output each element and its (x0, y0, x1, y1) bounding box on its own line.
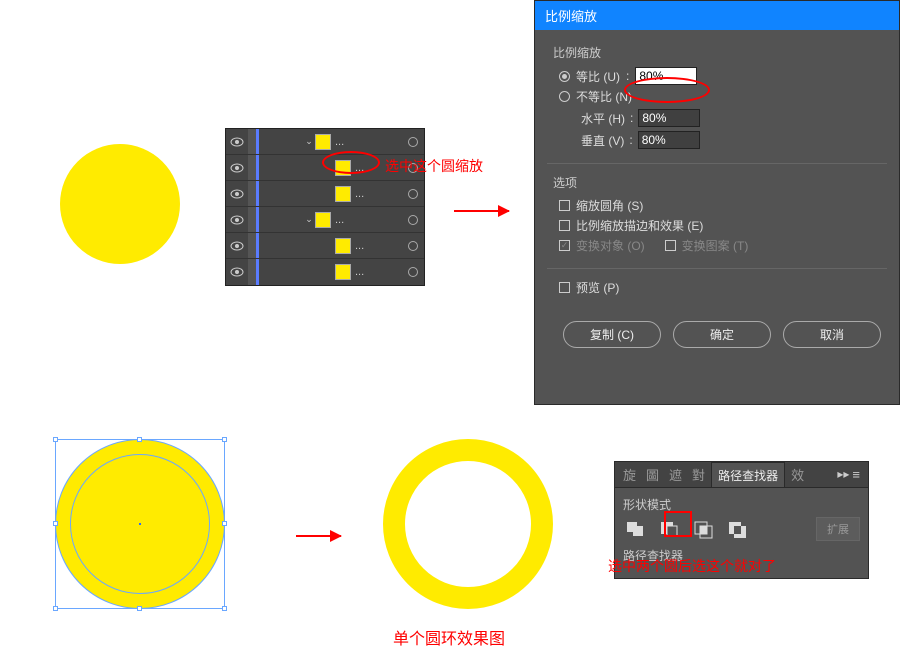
tab-glyph[interactable]: 圖 (642, 462, 663, 487)
scale-dialog: 比例缩放 比例缩放 等比 (U) : 80% 不等比 (N) 水平 (H): 8… (534, 0, 900, 405)
layer-row[interactable]: ⌄ ... (226, 129, 424, 155)
layer-swatch (335, 186, 351, 202)
ok-button[interactable]: 确定 (673, 321, 771, 348)
preview-row[interactable]: 预览 (P) (559, 279, 881, 296)
copy-button[interactable]: 复制 (C) (563, 321, 661, 348)
radio-uniform-icon[interactable] (559, 71, 570, 82)
arrow-icon (296, 535, 341, 537)
intersect-icon[interactable] (691, 518, 715, 540)
selection-handle[interactable] (222, 521, 227, 526)
dialog-title: 比例缩放 (535, 1, 899, 30)
panel-menu-icon[interactable]: ▸▸≡ (833, 467, 864, 482)
vertical-input[interactable]: 80% (638, 131, 700, 149)
visibility-eye-icon[interactable] (226, 215, 248, 225)
selection-handle[interactable] (53, 606, 58, 611)
layer-label: ... (335, 136, 402, 148)
layers-panel: ⌄ ... ... ... ⌄ (225, 128, 425, 286)
checkbox-icon[interactable] (559, 200, 570, 211)
visibility-eye-icon[interactable] (226, 137, 248, 147)
annotation-text: 选中两个圆后选这个就对了 (608, 556, 776, 576)
tab-glyph[interactable]: 遮 (665, 462, 686, 487)
visibility-eye-icon[interactable] (226, 189, 248, 199)
exclude-icon[interactable] (725, 518, 749, 540)
tab-glyph[interactable]: 對 (688, 462, 709, 487)
vertical-row: 垂直 (V): 80% (581, 131, 881, 149)
panel-tabs: 旋 圖 遮 對 路径查找器 效 ▸▸≡ (615, 462, 868, 488)
selection-handle[interactable] (222, 606, 227, 611)
target-icon[interactable] (408, 241, 418, 251)
visibility-eye-icon[interactable] (226, 267, 248, 277)
shape-modes-label: 形状模式 (623, 496, 860, 513)
horizontal-input[interactable]: 80% (638, 109, 700, 127)
layer-swatch (315, 212, 331, 228)
opt-scale-corners[interactable]: 缩放圆角 (S) (559, 197, 881, 214)
opt-scale-strokes-label: 比例缩放描边和效果 (E) (576, 217, 703, 234)
layer-swatch (315, 134, 331, 150)
layer-row[interactable]: ... (226, 259, 424, 285)
layer-row[interactable]: ... (226, 181, 424, 207)
minus-front-icon[interactable] (657, 518, 681, 540)
visibility-eye-icon[interactable] (226, 241, 248, 251)
visibility-eye-icon[interactable] (226, 163, 248, 173)
uniform-scale-input[interactable]: 80% (635, 67, 697, 85)
target-icon[interactable] (408, 189, 418, 199)
layer-label: ... (355, 188, 402, 200)
arrow-icon (454, 210, 509, 212)
checkbox-icon[interactable] (559, 282, 570, 293)
yellow-ring (383, 439, 553, 609)
center-point-icon (139, 523, 141, 525)
radio-nonuniform-row[interactable]: 不等比 (N) (559, 88, 881, 105)
layer-label: ... (355, 266, 402, 278)
selection-handle[interactable] (137, 437, 142, 442)
twisty-icon[interactable]: ⌄ (303, 136, 315, 147)
twisty-icon[interactable]: ⌄ (303, 214, 315, 225)
layer-label: ... (355, 240, 402, 252)
group-label-scale: 比例缩放 (553, 44, 881, 61)
horizontal-label: 水平 (H) (581, 110, 625, 127)
layer-row[interactable]: ⌄ ... (226, 207, 424, 233)
layer-swatch (335, 264, 351, 280)
opt-transform-pat-label: 变换图案 (T) (682, 237, 749, 254)
expand-button[interactable]: 扩展 (816, 517, 860, 541)
checkbox-icon[interactable] (559, 220, 570, 231)
selection-handle[interactable] (53, 521, 58, 526)
target-icon[interactable] (408, 137, 418, 147)
group-label-options: 选项 (553, 174, 881, 191)
cancel-button[interactable]: 取消 (783, 321, 881, 348)
selection-handle[interactable] (222, 437, 227, 442)
concentric-circles-selection[interactable] (55, 439, 225, 609)
opt-scale-corners-label: 缩放圆角 (S) (576, 197, 643, 214)
opt-transform-obj-label: 变换对象 (O) (576, 237, 645, 254)
ring-caption: 单个圆环效果图 (393, 625, 505, 649)
annotation-text: 选中这个圆缩放 (385, 156, 483, 176)
selection-handle[interactable] (137, 606, 142, 611)
target-icon[interactable] (408, 215, 418, 225)
vertical-label: 垂直 (V) (581, 132, 624, 149)
radio-uniform-label: 等比 (U) (576, 68, 620, 85)
layer-swatch (335, 160, 351, 176)
tab-pathfinder[interactable]: 路径查找器 (711, 462, 785, 487)
radio-uniform-row[interactable]: 等比 (U) : 80% (559, 67, 881, 85)
layer-swatch (335, 238, 351, 254)
unite-icon[interactable] (623, 518, 647, 540)
tab-glyph[interactable]: 效 (787, 462, 808, 487)
target-icon[interactable] (408, 267, 418, 277)
opt-scale-strokes[interactable]: 比例缩放描边和效果 (E) (559, 217, 881, 234)
preview-label: 预览 (P) (576, 279, 619, 296)
radio-nonuniform-icon[interactable] (559, 91, 570, 102)
tab-glyph[interactable]: 旋 (619, 462, 640, 487)
layer-row[interactable]: ... (226, 233, 424, 259)
horizontal-row: 水平 (H): 80% (581, 109, 881, 127)
layer-label: ... (335, 214, 402, 226)
checkbox-icon (665, 240, 676, 251)
selection-handle[interactable] (53, 437, 58, 442)
shape-modes-row: 扩展 (623, 517, 860, 541)
opt-transform-row: 变换对象 (O) 变换图案 (T) (559, 237, 881, 254)
radio-nonuniform-label: 不等比 (N) (576, 88, 632, 105)
yellow-circle-solid (60, 144, 180, 264)
checkbox-icon (559, 240, 570, 251)
